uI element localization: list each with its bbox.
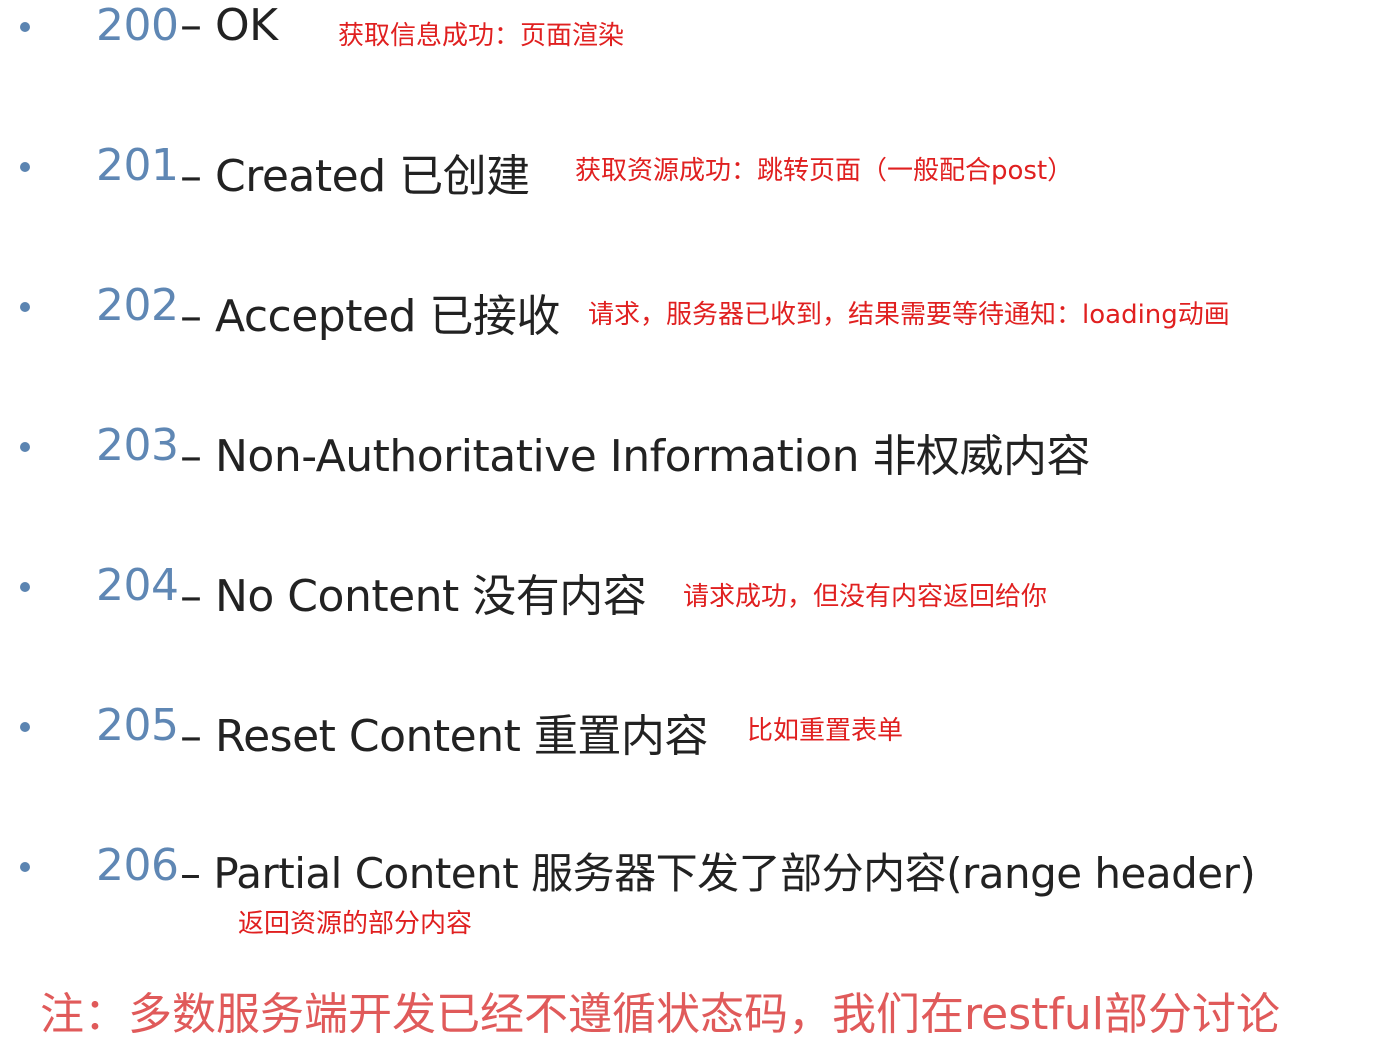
- status-note: 请求，服务器已收到，结果需要等待通知：loading动画: [588, 300, 1230, 330]
- status-code: 201: [96, 140, 179, 191]
- status-title: – Created 已创建: [180, 151, 530, 202]
- bullet-icon: [20, 442, 30, 452]
- bullet-icon: [20, 582, 30, 592]
- status-note: 获取资源成功：跳转页面（一般配合post）: [575, 156, 1074, 186]
- status-code: 206: [96, 840, 179, 891]
- status-code: 200: [96, 0, 179, 51]
- status-code: 203: [96, 420, 179, 471]
- status-code: 205: [96, 700, 179, 751]
- status-note: 比如重置表单: [747, 716, 904, 746]
- status-title: – OK: [180, 0, 278, 51]
- bullet-icon: [20, 722, 30, 732]
- bullet-icon: [20, 862, 30, 872]
- status-title: – Non-Authoritative Information 非权威内容: [180, 431, 1090, 482]
- status-title: – Accepted 已接收: [180, 291, 560, 342]
- footer-note: 注：多数服务端开发已经不遵循状态码，我们在restful部分讨论: [40, 989, 1280, 1040]
- status-note: 获取信息成功：页面渲染: [338, 21, 625, 51]
- bullet-icon: [20, 302, 30, 312]
- status-code: 204: [96, 560, 179, 611]
- status-title: – No Content 没有内容: [180, 571, 647, 622]
- status-title: – Reset Content 重置内容: [180, 711, 708, 762]
- status-title: – Partial Content 服务器下发了部分内容(range heade…: [180, 849, 1256, 898]
- bullet-icon: [20, 162, 30, 172]
- bullet-icon: [20, 22, 30, 32]
- status-note: 请求成功，但没有内容返回给你: [683, 582, 1048, 612]
- page: { "items": [ {"code": "200", "title": "–…: [0, 0, 1392, 1058]
- status-note: 返回资源的部分内容: [238, 909, 473, 939]
- status-code: 202: [96, 280, 179, 331]
